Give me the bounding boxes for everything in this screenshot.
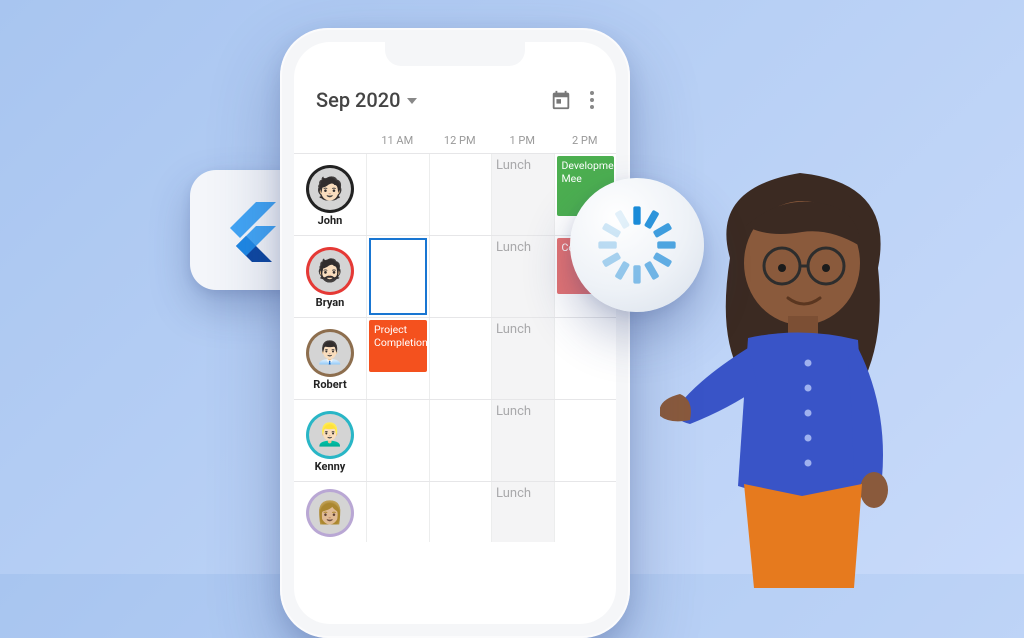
timeslot-cell[interactable]: [554, 400, 617, 481]
timeslot-cell[interactable]: [366, 482, 429, 542]
month-label: Sep 2020: [316, 88, 401, 112]
calendar-today-icon: [550, 89, 572, 111]
event-project-completion[interactable]: Project Completion: [369, 320, 427, 372]
resource-row: 👩🏼 Lunch: [294, 482, 616, 542]
timeslot-cell[interactable]: Lunch: [491, 236, 554, 317]
phone-screen: Sep 2020 11 AM 12 PM 1 PM 2 PM: [294, 42, 616, 624]
loading-spinner-icon: [591, 199, 683, 291]
time-col-label: 12 PM: [429, 134, 492, 147]
time-header-row: 11 AM 12 PM 1 PM 2 PM: [294, 126, 616, 154]
timeslot-cell[interactable]: [429, 482, 492, 542]
month-picker[interactable]: Sep 2020: [316, 88, 417, 112]
lunch-label: Lunch: [496, 486, 531, 501]
timeslot-cell[interactable]: [429, 400, 492, 481]
timeslot-cell[interactable]: [366, 154, 429, 235]
phone-frame: Sep 2020 11 AM 12 PM 1 PM 2 PM: [280, 28, 630, 638]
resource-name: John: [318, 214, 343, 227]
avatar: 👨🏻‍💼: [309, 332, 351, 374]
resource-cell[interactable]: 🧑🏻 John: [294, 154, 366, 235]
lunch-label: Lunch: [496, 240, 531, 255]
resource-row: 🧔🏻 Bryan Lunch Consulting: [294, 236, 616, 318]
timeslot-cell[interactable]: Lunch: [491, 400, 554, 481]
today-button[interactable]: [550, 89, 572, 111]
avatar: 🧔🏻: [309, 250, 351, 292]
resource-grid: 🧑🏻 John Lunch Development Mee 🧔🏻 Bryan: [294, 154, 616, 542]
timeslot-cell[interactable]: [554, 482, 617, 542]
time-col-label: 1 PM: [491, 134, 554, 147]
timeslot-cell[interactable]: [366, 236, 429, 317]
character-illustration: [660, 148, 940, 588]
resource-name: Kenny: [315, 460, 346, 473]
resource-name: Bryan: [316, 296, 345, 309]
time-col-label: 2 PM: [554, 134, 617, 147]
timeslot-cell[interactable]: Lunch: [491, 482, 554, 542]
timeslot-cell[interactable]: [366, 400, 429, 481]
resource-row: 🧑🏻 John Lunch Development Mee: [294, 154, 616, 236]
timeslot-cell[interactable]: [429, 236, 492, 317]
phone-notch: [385, 42, 525, 66]
time-col-label: 11 AM: [366, 134, 429, 147]
timeslot-cell[interactable]: [429, 318, 492, 399]
more-menu-button[interactable]: [590, 91, 594, 109]
spinner-disc: [570, 178, 704, 312]
avatar: 👩🏼: [309, 492, 351, 534]
selection-indicator: [369, 238, 427, 315]
resource-cell[interactable]: 👩🏼: [294, 482, 366, 542]
flutter-logo-icon: [218, 198, 282, 262]
timeslot-cell[interactable]: Project Completion: [366, 318, 429, 399]
resource-row: 👨🏻‍💼 Robert Project Completion Lunch: [294, 318, 616, 400]
resource-row: 👱🏻‍♂️ Kenny Lunch: [294, 400, 616, 482]
lunch-label: Lunch: [496, 158, 531, 173]
avatar: 🧑🏻: [309, 168, 351, 210]
resource-cell[interactable]: 🧔🏻 Bryan: [294, 236, 366, 317]
lunch-label: Lunch: [496, 322, 531, 337]
timeslot-cell[interactable]: [429, 154, 492, 235]
resource-cell[interactable]: 👨🏻‍💼 Robert: [294, 318, 366, 399]
lunch-label: Lunch: [496, 404, 531, 419]
timeslot-cell[interactable]: [554, 318, 617, 399]
resource-name: Robert: [313, 378, 346, 391]
avatar: 👱🏻‍♂️: [309, 414, 351, 456]
chevron-down-icon: [407, 98, 417, 104]
timeslot-cell[interactable]: Lunch: [491, 318, 554, 399]
timeslot-cell[interactable]: Lunch: [491, 154, 554, 235]
resource-cell[interactable]: 👱🏻‍♂️ Kenny: [294, 400, 366, 481]
